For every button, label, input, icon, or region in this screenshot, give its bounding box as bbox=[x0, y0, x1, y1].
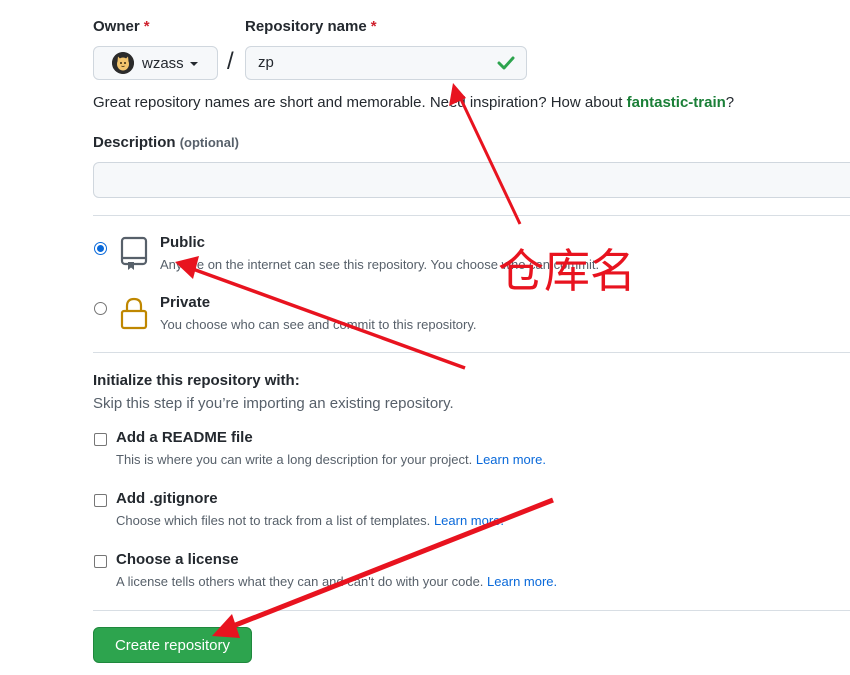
annotation-arrows bbox=[175, 83, 554, 638]
annotation-label: 仓库名 bbox=[498, 244, 636, 298]
annotation-arrow-repo-name bbox=[449, 83, 522, 225]
annotation-arrow-public bbox=[175, 256, 466, 370]
annotation-arrow-create bbox=[212, 497, 554, 638]
